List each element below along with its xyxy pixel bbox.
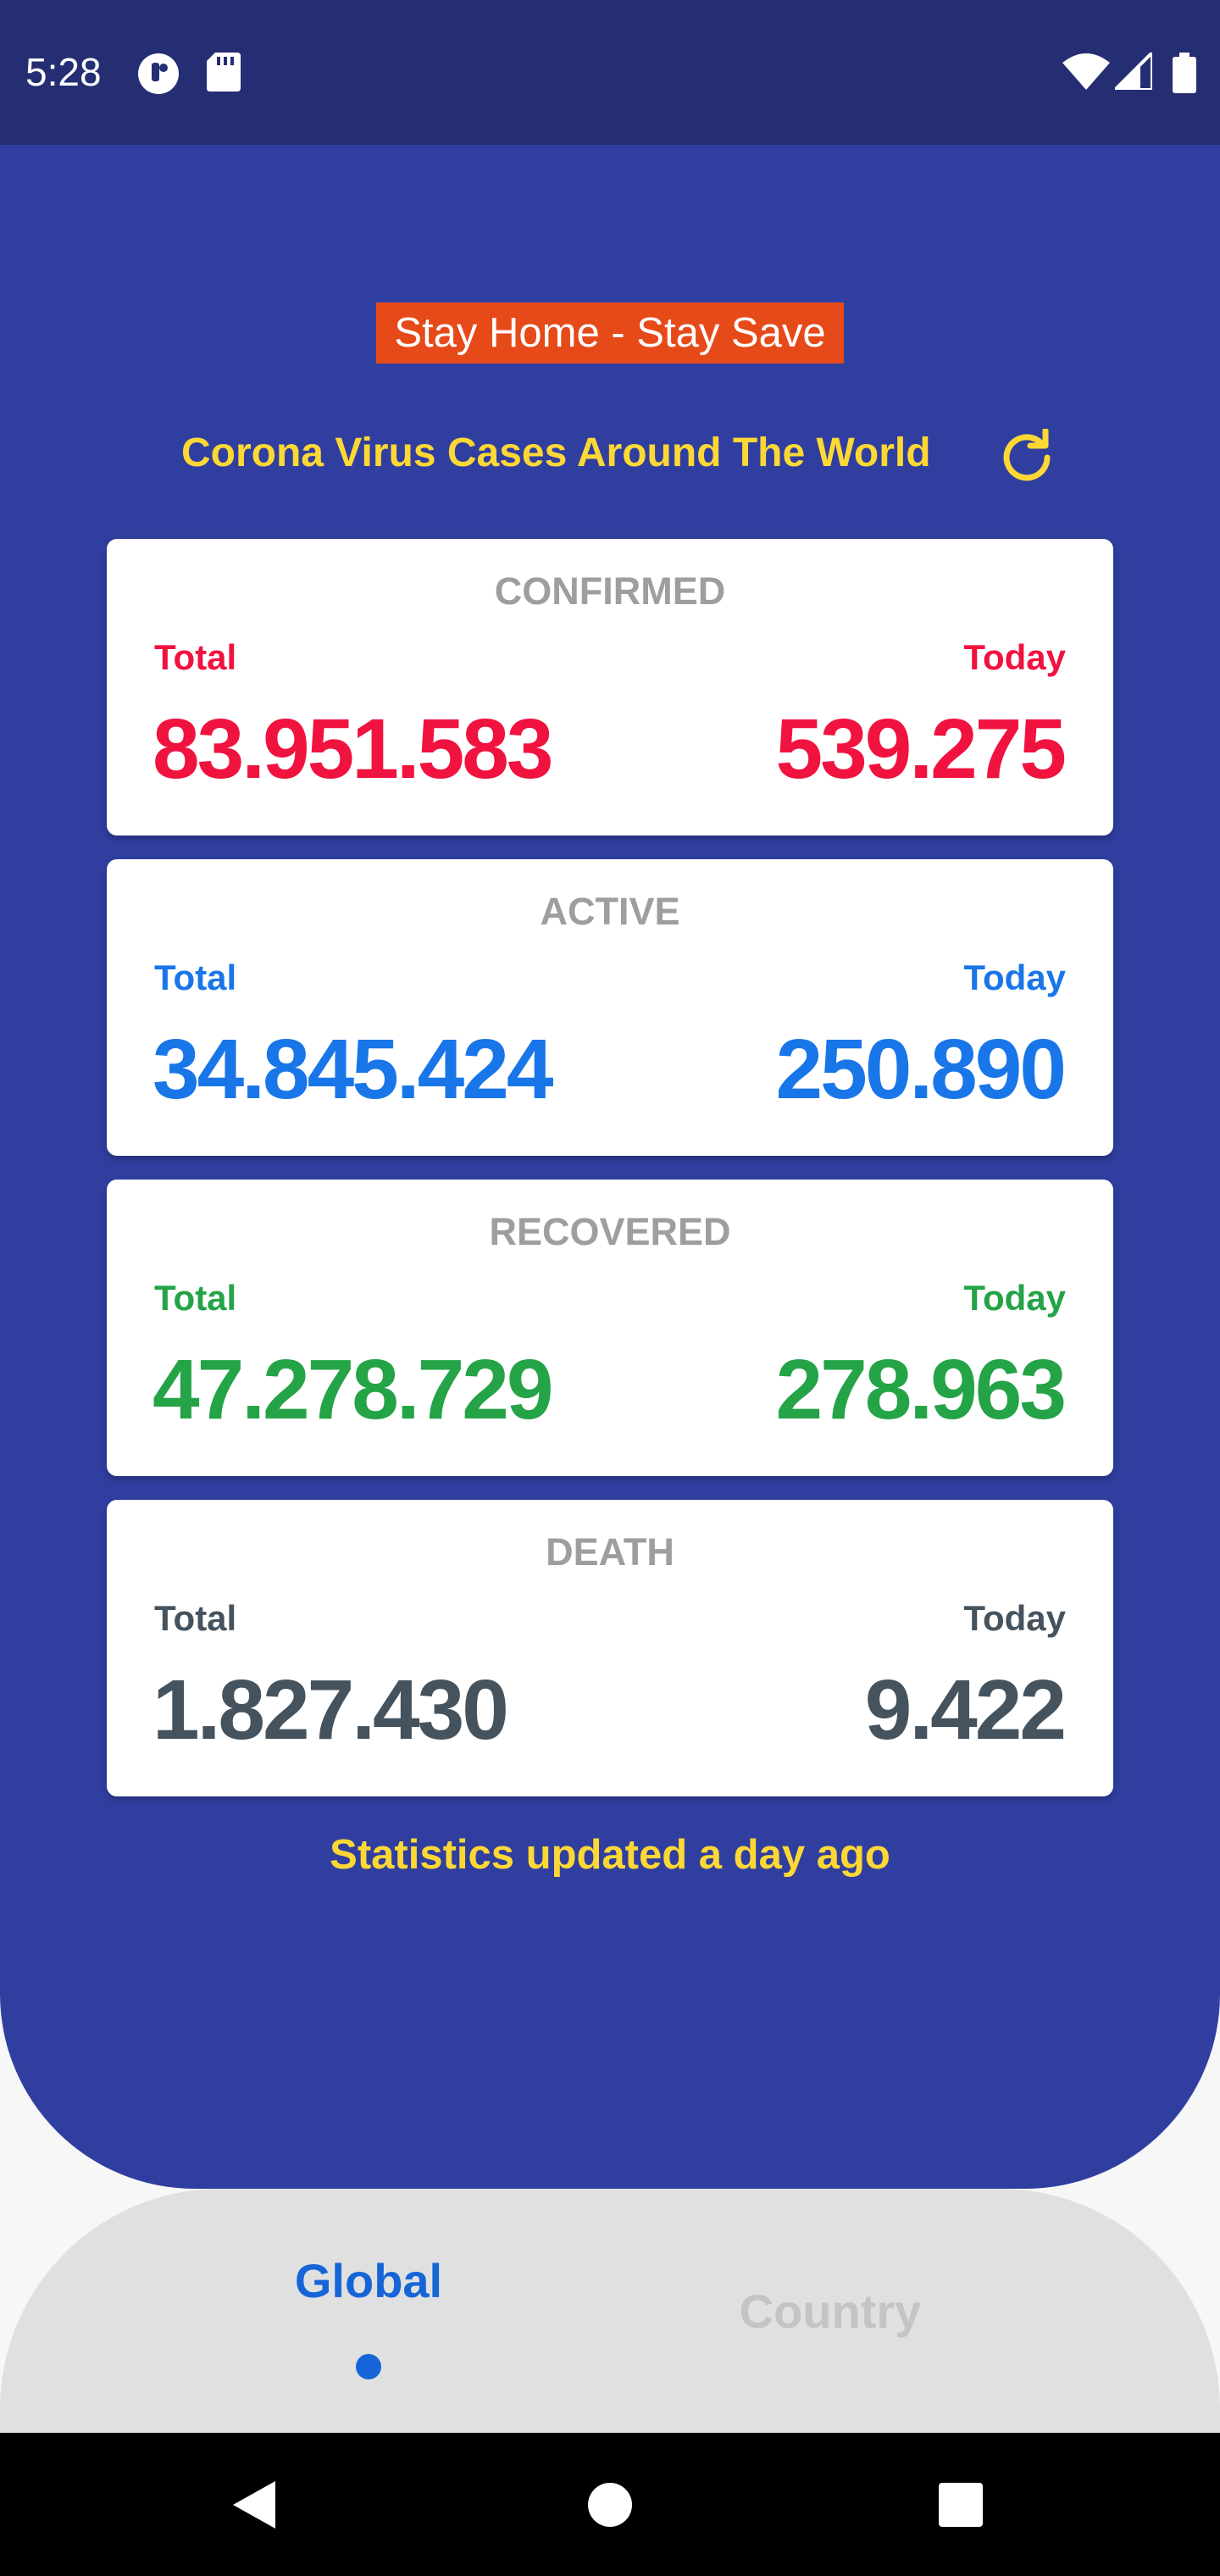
pocket-app-icon [137, 53, 180, 99]
battery-icon [1173, 53, 1196, 97]
tab-global[interactable]: Global [246, 2247, 491, 2383]
tab-country[interactable]: Country [712, 2278, 949, 2346]
bottom-nav [0, 2189, 1220, 2433]
home-button[interactable] [542, 2433, 678, 2576]
tab-global-label: Global [294, 2254, 443, 2307]
card-title: CONFIRMED [494, 569, 726, 613]
back-icon [233, 2480, 275, 2529]
total-label: Total [154, 637, 237, 677]
home-icon [588, 2482, 632, 2527]
recovered-today-value: 278.963 [775, 1342, 1067, 1437]
page-title: Corona Virus Cases Around The World [181, 430, 931, 475]
back-button[interactable] [186, 2433, 322, 2576]
stay-home-banner: Stay Home - Stay Save [376, 303, 844, 364]
system-nav-bar [0, 2433, 1220, 2576]
today-label: Today [963, 958, 1066, 997]
active-card: ACTIVE Total Today 34.845.424 250.890 [107, 859, 1113, 1156]
sd-card-icon [207, 53, 241, 96]
death-total-value: 1.827.430 [152, 1663, 509, 1757]
recovered-total-value: 47.278.729 [152, 1342, 553, 1437]
death-card: DEATH Total Today 1.827.430 9.422 [107, 1500, 1113, 1796]
active-total-value: 34.845.424 [152, 1022, 553, 1117]
total-label: Total [154, 958, 237, 997]
card-title: ACTIVE [540, 890, 680, 933]
active-tab-indicator [356, 2354, 381, 2379]
recents-icon [939, 2482, 983, 2527]
last-updated-text: Statistics updated a day ago [330, 1832, 890, 1878]
today-label: Today [963, 1278, 1066, 1318]
status-time: 5:28 [25, 50, 102, 94]
death-today-value: 9.422 [864, 1663, 1067, 1757]
total-label: Total [154, 1278, 237, 1318]
refresh-icon [1003, 429, 1051, 481]
confirmed-today-value: 539.275 [775, 702, 1067, 797]
total-label: Total [154, 1598, 237, 1638]
today-label: Today [963, 1598, 1066, 1638]
card-title: DEATH [546, 1530, 674, 1574]
confirmed-total-value: 83.951.583 [152, 702, 553, 797]
wifi-icon [1062, 53, 1110, 94]
cell-signal-icon [1111, 48, 1154, 94]
status-bar: 5:28 [0, 0, 1220, 145]
recovered-card: RECOVERED Total Today 47.278.729 278.963 [107, 1180, 1113, 1476]
tab-country-label: Country [739, 2285, 922, 2338]
refresh-button[interactable] [996, 425, 1057, 486]
card-title: RECOVERED [489, 1210, 731, 1253]
active-today-value: 250.890 [775, 1022, 1067, 1117]
confirmed-card: CONFIRMED Total Today 83.951.583 539.275 [107, 539, 1113, 836]
recents-button[interactable] [893, 2433, 1029, 2576]
today-label: Today [963, 637, 1066, 677]
